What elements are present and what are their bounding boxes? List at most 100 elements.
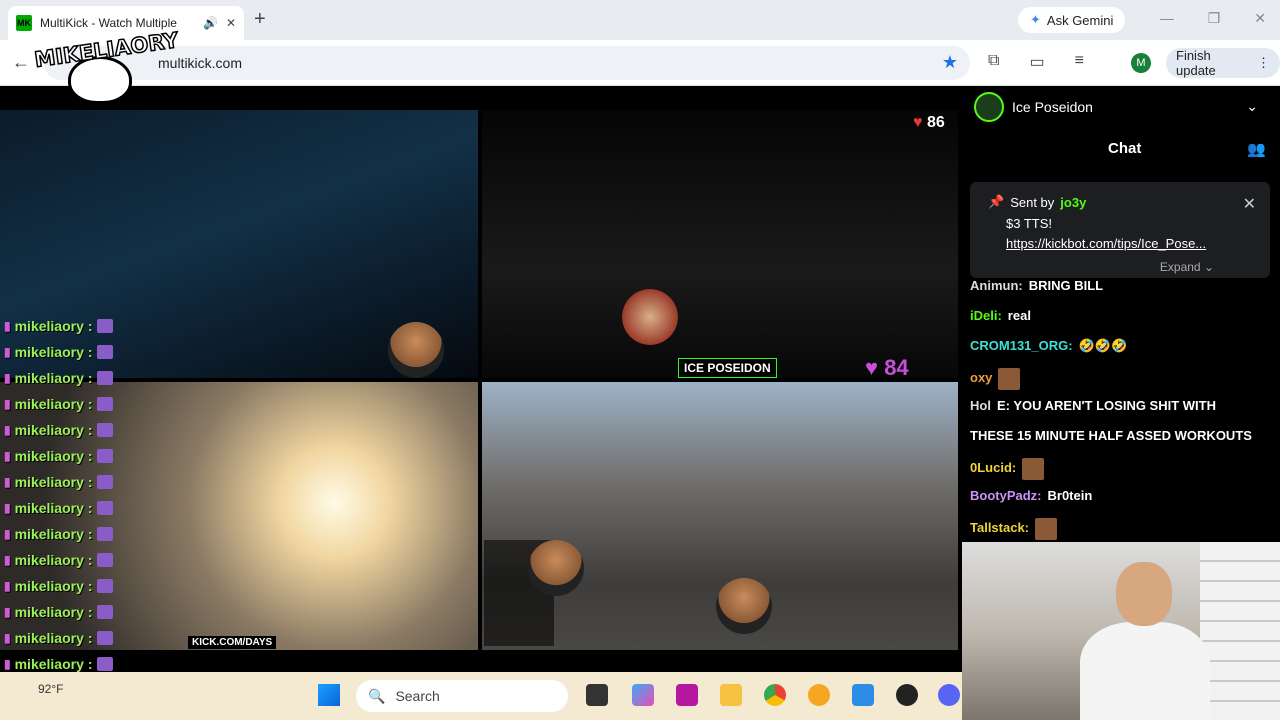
file-explorer-icon[interactable] [720, 684, 742, 706]
sun-app-icon[interactable] [808, 684, 830, 706]
restore-icon[interactable]: ❐ [1208, 10, 1221, 27]
ask-gemini-label: Ask Gemini [1046, 12, 1114, 28]
back-arrow-icon[interactable]: ← [12, 52, 30, 73]
chat-username: mikeliaory [14, 318, 84, 334]
streamer-header[interactable]: Ice Poseidon [974, 92, 1093, 122]
finish-update-label: Finish update [1176, 48, 1216, 78]
badge-icon: ▮ [4, 605, 11, 619]
chat-row: ▮ mikeliaory: [4, 630, 113, 646]
emote-icon [96, 449, 113, 463]
chat-message: Tallstack: [970, 518, 1058, 540]
chevron-down-icon[interactable]: ⌄ [1246, 98, 1258, 115]
chat-username: mikeliaory [14, 500, 84, 516]
streamer-avatar [974, 92, 1004, 122]
emote-icon [96, 371, 113, 385]
emote-icon [1022, 458, 1045, 480]
chat-user[interactable]: Tallstack: [970, 520, 1029, 535]
badge-icon: ▮ [4, 397, 11, 411]
app-icon[interactable] [852, 684, 874, 706]
chat-text: THESE 15 MINUTE HALF ASSED WORKOUTS [970, 428, 1252, 443]
kick-favicon: MK [16, 15, 32, 31]
toolbar-icons: ⧉ ▭ ≡ [988, 52, 1084, 72]
search-label: Search [395, 688, 440, 704]
bookmark-star-icon[interactable]: ★ [942, 52, 958, 73]
chat-panel: Ice Poseidon ⌄ Chat 👥 📌 Sent by jo3y $3 … [962, 86, 1280, 542]
chat-user[interactable]: oxy [970, 370, 992, 385]
minimize-icon[interactable]: — [1160, 10, 1174, 27]
windows-start-icon[interactable] [318, 684, 340, 706]
pinned-user[interactable]: jo3y [1060, 195, 1086, 210]
shelf [1200, 542, 1280, 720]
chat-text: BRING BILL [1028, 278, 1104, 293]
viewer-count-value: 84 [884, 355, 909, 380]
weather-temp[interactable]: 92°F [38, 682, 63, 696]
profile-avatar[interactable]: M [1131, 53, 1151, 73]
emote-icon [96, 501, 113, 515]
close-tab-icon[interactable]: ✕ [226, 16, 236, 30]
speaker-icon[interactable]: 🔊 [203, 16, 218, 30]
chat-user[interactable]: BootyPadz: [970, 488, 1042, 503]
chat-message: oxy [970, 368, 1021, 390]
discord-icon[interactable] [938, 684, 960, 706]
users-icon[interactable]: 👥 [1247, 140, 1266, 158]
chat-message: 0Lucid: [970, 458, 1045, 480]
chat-separator: : [87, 370, 93, 386]
chat-row: ▮ mikeliaory: [4, 370, 113, 386]
more-menu-icon[interactable]: ⋮ [1257, 55, 1270, 71]
badge-icon: ▮ [4, 657, 11, 671]
emote-icon [96, 475, 113, 489]
chat-separator: : [87, 500, 93, 516]
emote-icon [96, 579, 113, 593]
chat-user[interactable]: iDeli: [970, 308, 1002, 323]
badge-icon: ▮ [4, 371, 11, 385]
chat-separator: : [87, 422, 93, 438]
pdf-app-icon[interactable] [676, 684, 698, 706]
face-sticker [620, 282, 680, 352]
close-icon[interactable]: ✕ [1243, 194, 1256, 214]
chat-user[interactable]: 0Lucid: [970, 460, 1016, 475]
media-control-icon[interactable]: ≡ [1075, 52, 1084, 72]
chat-user[interactable]: Animun: [970, 278, 1023, 293]
chat-row: ▮ mikeliaory: [4, 474, 113, 490]
stream-video-2[interactable] [482, 110, 958, 378]
ask-gemini-button[interactable]: ✦ Ask Gemini [1018, 7, 1126, 33]
chat-username: mikeliaory [14, 578, 84, 594]
pin-icon: 📌 [988, 194, 1005, 209]
chat-row: ▮ mikeliaory: [4, 396, 113, 412]
badge-icon: ▮ [4, 345, 11, 359]
pinned-link[interactable]: https://kickbot.com/tips/Ice_Pose... [1006, 236, 1206, 251]
chat-row: ▮ mikeliaory: [4, 500, 113, 516]
address-bar[interactable]: multikick.com ★ [44, 46, 970, 80]
extensions-icon[interactable]: ⧉ [988, 52, 999, 72]
finish-update-button[interactable]: Finish update ⋮ [1166, 48, 1280, 78]
chat-message: Animun: BRING BILL [970, 278, 1103, 293]
chat-separator: : [87, 604, 93, 620]
badge-icon: ▮ [4, 475, 11, 489]
chat-separator: : [87, 656, 93, 672]
expand-button[interactable]: Expand ⌄ [1160, 260, 1214, 274]
new-tab-button[interactable]: + [254, 8, 266, 31]
cast-icon[interactable]: ▭ [1029, 52, 1044, 72]
streamer-person [1080, 562, 1210, 720]
task-view-icon[interactable] [586, 684, 608, 706]
chrome-icon[interactable] [764, 684, 786, 706]
chat-row: ▮ mikeliaory: [4, 318, 113, 334]
pinned-amount: $3 TTS! [1006, 216, 1053, 231]
emote-icon [96, 345, 113, 359]
taskbar-search[interactable]: 🔍 Search [356, 680, 568, 712]
chat-text: E: YOU AREN'T LOSING SHIT WITH [996, 398, 1216, 413]
streamer-name: Ice Poseidon [1012, 99, 1093, 115]
emote-icon [96, 319, 113, 333]
copilot-icon[interactable] [632, 684, 654, 706]
chat-user[interactable]: CROM131_ORG: [970, 338, 1073, 353]
chat-text: 🤣🤣🤣 [1078, 338, 1128, 353]
chat-message: CROM131_ORG: 🤣🤣🤣 [970, 338, 1127, 354]
person-body [1080, 622, 1210, 720]
obs-icon[interactable] [896, 684, 918, 706]
cartoon-avatar [528, 540, 584, 596]
chat-user[interactable]: Hol [970, 398, 991, 413]
close-window-icon[interactable]: ✕ [1254, 10, 1266, 27]
chat-separator: : [87, 630, 93, 646]
chat-username: mikeliaory [14, 422, 84, 438]
cartoon-avatar [388, 322, 444, 378]
